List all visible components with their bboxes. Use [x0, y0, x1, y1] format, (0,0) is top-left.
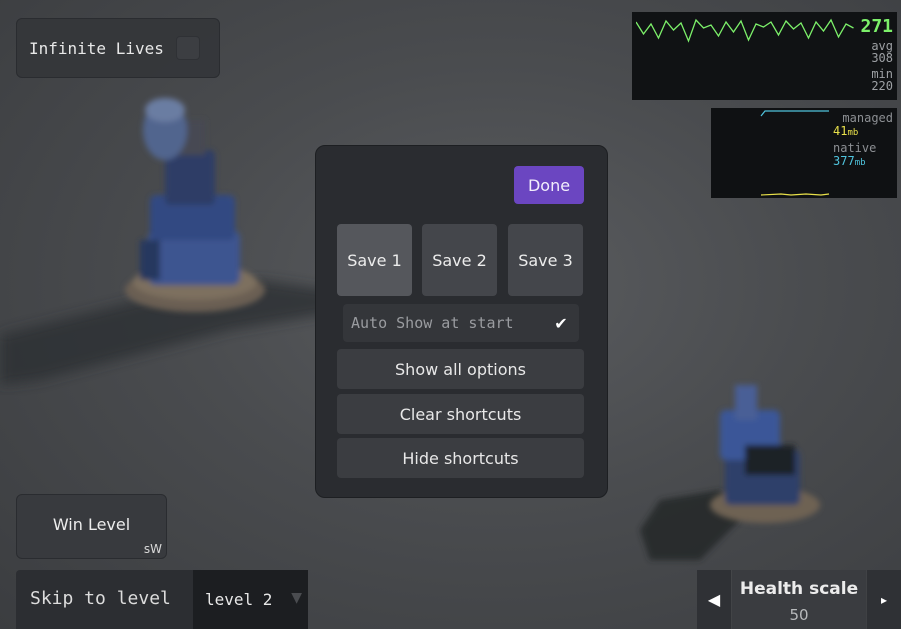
save-slot-3-button[interactable]: Save 3	[508, 224, 583, 296]
tower-right	[710, 385, 820, 523]
memory-graph-panel: managed 41mb native 377mb	[711, 108, 897, 198]
infinite-lives-checkbox[interactable]	[175, 36, 200, 60]
fps-avg-value: 308	[871, 51, 893, 65]
shortcuts-dialog: Done Save 1 Save 2 Save 3 Auto Show at s…	[315, 145, 608, 498]
increment-arrow-icon[interactable]: ▸	[867, 570, 901, 629]
hide-shortcuts-button[interactable]: Hide shortcuts	[337, 438, 584, 478]
decrement-arrow-icon[interactable]: ◀	[697, 570, 731, 629]
level-select-value: level 2	[205, 590, 273, 609]
level-select[interactable]: level 2 ▼	[193, 570, 308, 629]
health-scale-display: Health scale 50	[732, 570, 866, 629]
memory-native-value: 377mb	[833, 154, 866, 169]
fps-current-value: 271	[860, 16, 893, 37]
done-button[interactable]: Done	[514, 166, 584, 204]
tower-left	[125, 98, 265, 312]
save-slot-1-button[interactable]: Save 1	[337, 224, 412, 296]
skip-to-level-label: Skip to level	[30, 588, 171, 609]
fps-graph-panel: 271 avg 308 min 220	[632, 12, 897, 100]
chevron-down-icon: ▼	[291, 590, 302, 606]
health-scale-stepper: ◀ Health scale 50 ▸	[697, 570, 901, 629]
show-all-options-button[interactable]: Show all options	[337, 349, 584, 389]
checkmark-icon[interactable]: ✔	[551, 313, 571, 333]
auto-show-label: Auto Show at start	[351, 314, 514, 332]
win-level-label: Win Level	[52, 515, 131, 534]
clear-shortcuts-button[interactable]: Clear shortcuts	[337, 394, 584, 434]
infinite-lives-toggle[interactable]: Infinite Lives	[16, 18, 220, 78]
auto-show-toggle[interactable]: Auto Show at start ✔	[343, 304, 579, 342]
health-scale-value: 50	[789, 606, 809, 624]
fps-graph-line	[636, 18, 854, 43]
memory-graph-lines	[760, 110, 830, 196]
win-level-button[interactable]: Win Level sW	[16, 494, 167, 559]
skip-to-level-control: Skip to level level 2 ▼	[16, 570, 308, 629]
memory-managed-label: managed	[842, 111, 893, 125]
memory-managed-value: 41mb	[833, 124, 859, 139]
infinite-lives-label: Infinite Lives	[29, 38, 164, 58]
win-level-shortcut: sW	[143, 542, 162, 556]
fps-min-value: 220	[871, 79, 893, 93]
save-slot-2-button[interactable]: Save 2	[422, 224, 497, 296]
health-scale-label: Health scale	[739, 579, 859, 599]
